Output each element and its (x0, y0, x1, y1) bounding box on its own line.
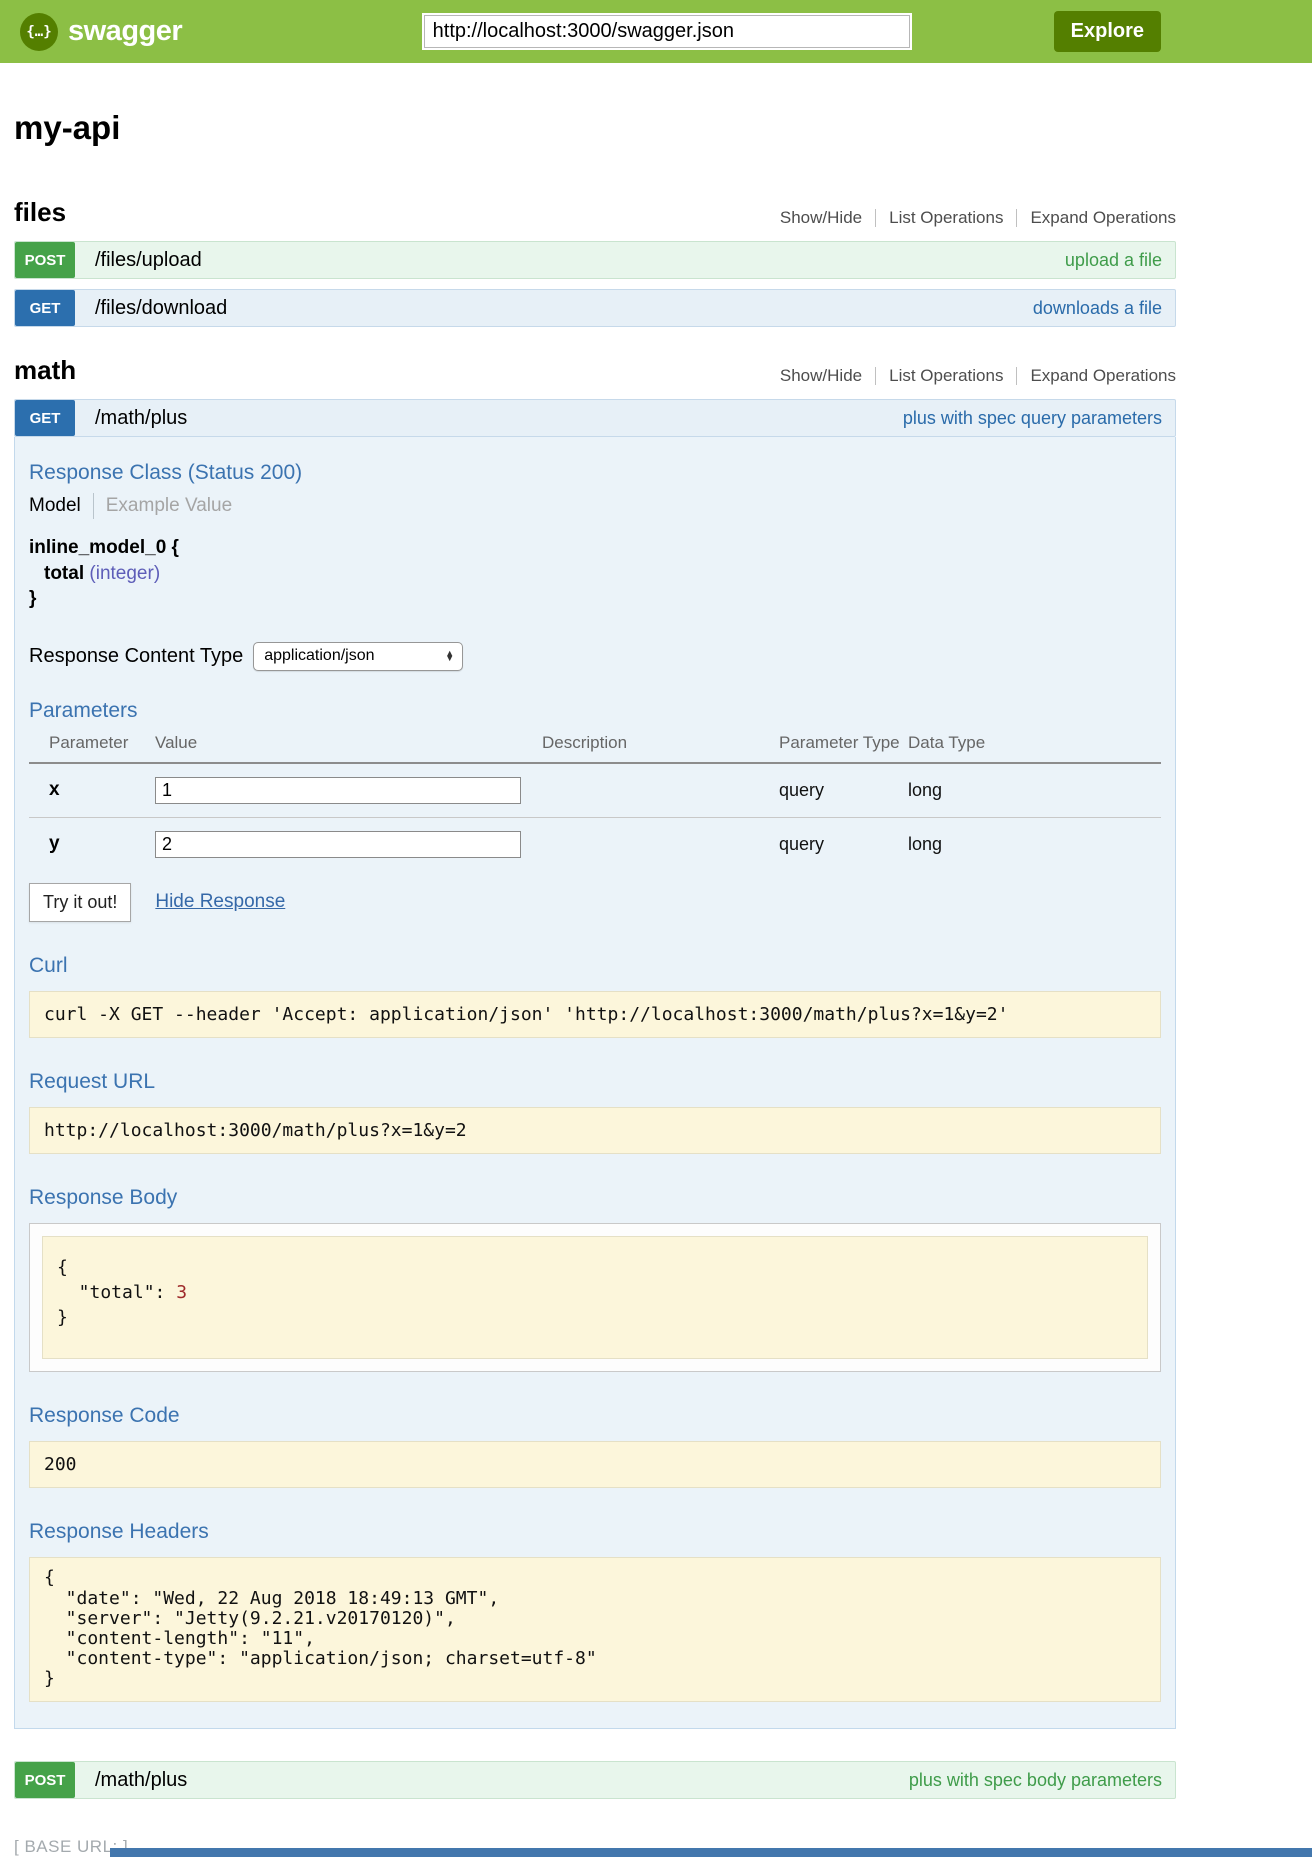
tab-example-value[interactable]: Example Value (106, 495, 232, 517)
parameter-name: y (29, 817, 155, 871)
parameter-description (542, 763, 779, 818)
model-tabs: Model Example Value (29, 493, 1161, 519)
tab-separator (93, 493, 94, 519)
response-body-heading: Response Body (29, 1186, 1161, 1210)
parameter-data-type: long (908, 817, 1161, 871)
json-text: } (57, 1307, 68, 1328)
json-text: { "total": (57, 1257, 176, 1303)
section-title-files: files (14, 197, 66, 228)
method-badge-get: GET (15, 400, 75, 436)
response-body-container: { "total": 3 } (29, 1223, 1161, 1373)
parameters-heading: Parameters (29, 699, 1161, 723)
operation-row-get-math-plus[interactable]: GET /math/plus plus with spec query para… (14, 399, 1176, 437)
parameters-table: Parameter Value Description Parameter Ty… (29, 733, 1161, 871)
method-badge-post: POST (15, 242, 75, 278)
parameter-value-input-y[interactable] (155, 831, 521, 858)
property-type: (integer) (89, 563, 160, 584)
parameter-value-input-x[interactable] (155, 777, 521, 804)
list-operations-link[interactable]: List Operations (889, 366, 1003, 386)
header-bar: {…} swagger Explore (0, 0, 1312, 63)
expand-operations-link[interactable]: Expand Operations (1030, 208, 1176, 228)
parameter-row-x: x query long (29, 763, 1161, 818)
operation-path[interactable]: /files/download (95, 297, 227, 320)
parameter-row-y: y query long (29, 817, 1161, 871)
response-headers-json: { "date": "Wed, 22 Aug 2018 18:49:13 GMT… (29, 1557, 1161, 1702)
api-title: my-api (14, 109, 1176, 147)
response-class-heading: Response Class (Status 200) (29, 461, 1161, 485)
expand-operations-link[interactable]: Expand Operations (1030, 366, 1176, 386)
parameter-type: query (779, 763, 908, 818)
link-separator (1016, 367, 1017, 385)
explore-button[interactable]: Explore (1054, 11, 1161, 52)
response-content-type-row: Response Content Type application/json ▲… (29, 642, 1161, 671)
column-header-description: Description (542, 733, 779, 763)
list-operations-link[interactable]: List Operations (889, 208, 1003, 228)
try-it-out-row: Try it out! Hide Response (29, 883, 1161, 922)
link-separator (875, 209, 876, 227)
json-number-value: 3 (176, 1282, 187, 1303)
swagger-logo-icon: {…} (20, 13, 58, 51)
model-name: inline_model_0 { (29, 535, 1161, 561)
response-content-type-label: Response Content Type (29, 645, 243, 668)
parameter-data-type: long (908, 763, 1161, 818)
show-hide-link[interactable]: Show/Hide (780, 366, 862, 386)
section-controls-math: Show/Hide List Operations Expand Operati… (780, 366, 1176, 386)
link-separator (1016, 209, 1017, 227)
request-url-heading: Request URL (29, 1070, 1161, 1094)
operation-summary[interactable]: plus with spec body parameters (909, 1770, 1162, 1791)
operation-path[interactable]: /math/plus (95, 1769, 187, 1792)
link-separator (875, 367, 876, 385)
operation-summary[interactable]: downloads a file (1033, 298, 1162, 319)
operation-row-get-files-download[interactable]: GET /files/download downloads a file (14, 289, 1176, 327)
parameters-header-row: Parameter Value Description Parameter Ty… (29, 733, 1161, 763)
parameter-description (542, 817, 779, 871)
footer-accent-bar (110, 1848, 1312, 1857)
request-url-value: http://localhost:3000/math/plus?x=1&y=2 (29, 1107, 1161, 1154)
spec-url-input[interactable] (422, 13, 912, 50)
operation-path[interactable]: /math/plus (95, 407, 187, 430)
operation-detail-panel: Response Class (Status 200) Model Exampl… (14, 437, 1176, 1729)
parameter-name: x (29, 763, 155, 818)
column-header-data-type: Data Type (908, 733, 1161, 763)
curl-heading: Curl (29, 954, 1161, 978)
model-signature: inline_model_0 { total (integer) } (29, 535, 1161, 612)
try-it-out-button[interactable]: Try it out! (29, 883, 131, 922)
logo-title: swagger (68, 15, 182, 48)
column-header-value: Value (155, 733, 542, 763)
section-header-math: math Show/Hide List Operations Expand Op… (14, 355, 1176, 386)
curl-command: curl -X GET --header 'Accept: applicatio… (29, 991, 1161, 1038)
method-badge-get: GET (15, 290, 75, 326)
model-close-brace: } (29, 586, 1161, 612)
select-arrows-icon: ▲▼ (445, 651, 454, 662)
operation-summary[interactable]: plus with spec query parameters (903, 408, 1162, 429)
method-badge-post: POST (15, 1762, 75, 1798)
hide-response-link[interactable]: Hide Response (155, 891, 285, 913)
response-code-value: 200 (29, 1441, 1161, 1488)
tab-model[interactable]: Model (29, 495, 81, 517)
swagger-logo[interactable]: {…} swagger (20, 13, 182, 51)
response-headers-heading: Response Headers (29, 1520, 1161, 1544)
property-name: total (44, 563, 84, 584)
main-content: my-api files Show/Hide List Operations E… (14, 109, 1176, 1799)
operation-path[interactable]: /files/upload (95, 249, 202, 272)
response-content-type-select[interactable]: application/json ▲▼ (253, 642, 463, 671)
column-header-parameter: Parameter (29, 733, 155, 763)
column-header-parameter-type: Parameter Type (779, 733, 908, 763)
braces-icon: {…} (26, 24, 51, 40)
selected-content-type: application/json (264, 647, 445, 665)
section-controls-files: Show/Hide List Operations Expand Operati… (780, 208, 1176, 228)
parameter-type: query (779, 817, 908, 871)
operation-summary[interactable]: upload a file (1065, 250, 1162, 271)
show-hide-link[interactable]: Show/Hide (780, 208, 862, 228)
response-body-json: { "total": 3 } (42, 1236, 1148, 1360)
operation-row-post-files-upload[interactable]: POST /files/upload upload a file (14, 241, 1176, 279)
operation-row-post-math-plus[interactable]: POST /math/plus plus with spec body para… (14, 1761, 1176, 1799)
section-title-math: math (14, 355, 76, 386)
section-header-files: files Show/Hide List Operations Expand O… (14, 197, 1176, 228)
response-code-heading: Response Code (29, 1404, 1161, 1428)
model-property: total (integer) (44, 561, 1161, 587)
